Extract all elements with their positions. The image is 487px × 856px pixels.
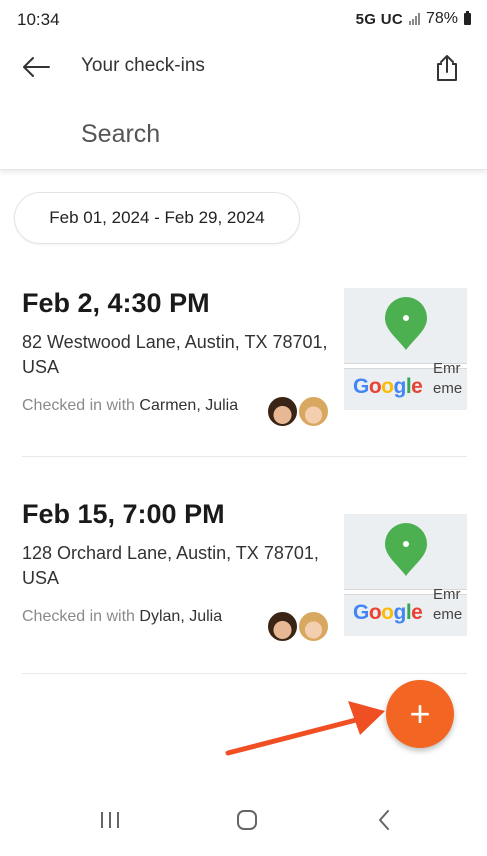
google-logo: Google xyxy=(353,375,423,398)
page-title: Your check-ins xyxy=(81,55,205,76)
avatar xyxy=(297,610,330,643)
companion-names: Carmen, Julia xyxy=(139,397,239,414)
divider xyxy=(22,673,467,674)
avatar xyxy=(266,395,299,428)
checkin-companions: Checked in with Dylan, Julia xyxy=(22,607,262,626)
network-type: 5G UC xyxy=(355,10,403,28)
map-thumbnail[interactable]: Emr eme Google xyxy=(344,288,467,410)
annotation-arrow-icon xyxy=(225,701,385,756)
nav-back-icon xyxy=(379,810,389,830)
recents-button[interactable] xyxy=(90,804,130,836)
checkin-companions: Checked in with Carmen, Julia xyxy=(22,396,262,415)
checked-in-with-label: Checked in with xyxy=(22,397,135,414)
checkin-date: Feb 2, 4:30 PM xyxy=(22,288,210,318)
arrow-left-icon xyxy=(23,57,50,77)
checked-in-with-label: Checked in with xyxy=(22,608,135,625)
status-bar: 10:34 5G UC 78% xyxy=(0,0,487,40)
home-button[interactable] xyxy=(227,804,267,836)
map-thumbnail[interactable]: Emr eme Google xyxy=(344,514,467,636)
checkin-item[interactable]: Feb 2, 4:30 PM 82 Westwood Lane, Austin,… xyxy=(0,288,487,488)
add-checkin-button[interactable]: + xyxy=(386,680,454,748)
share-icon xyxy=(437,55,457,81)
status-indicators: 5G UC 78% xyxy=(356,10,471,28)
google-logo: Google xyxy=(353,601,423,624)
recents-icon xyxy=(101,812,119,828)
battery-icon xyxy=(464,11,471,25)
app-header: Your check-ins xyxy=(0,40,487,170)
map-pin-icon xyxy=(385,297,427,350)
divider xyxy=(22,456,467,457)
checkin-address: 82 Westwood Lane, Austin, TX 78701, USA xyxy=(22,332,328,377)
map-label: Emr xyxy=(433,586,461,603)
nav-back-button[interactable] xyxy=(364,804,404,836)
map-pin-icon xyxy=(385,523,427,576)
companion-names: Dylan, Julia xyxy=(139,608,223,625)
signal-icon xyxy=(408,13,420,25)
back-button[interactable] xyxy=(16,50,56,84)
avatar xyxy=(297,395,330,428)
companion-avatars xyxy=(266,395,336,429)
checkin-address: 128 Orchard Lane, Austin, TX 78701, USA xyxy=(22,543,319,588)
share-button[interactable] xyxy=(429,50,465,86)
map-label: eme xyxy=(433,606,463,623)
checkin-date: Feb 15, 7:00 PM xyxy=(22,499,225,529)
search-input[interactable] xyxy=(66,110,406,158)
status-time: 10:34 xyxy=(17,10,60,29)
avatar xyxy=(266,610,299,643)
map-label: Emr xyxy=(433,360,461,377)
checkin-item[interactable]: Feb 15, 7:00 PM 128 Orchard Lane, Austin… xyxy=(0,499,487,699)
home-icon xyxy=(237,810,257,830)
map-label: eme xyxy=(433,380,463,397)
battery-percent: 78% xyxy=(425,10,458,27)
system-nav-bar xyxy=(0,784,487,856)
date-range-filter[interactable]: Feb 01, 2024 - Feb 29, 2024 xyxy=(14,192,300,244)
companion-avatars xyxy=(266,610,336,644)
